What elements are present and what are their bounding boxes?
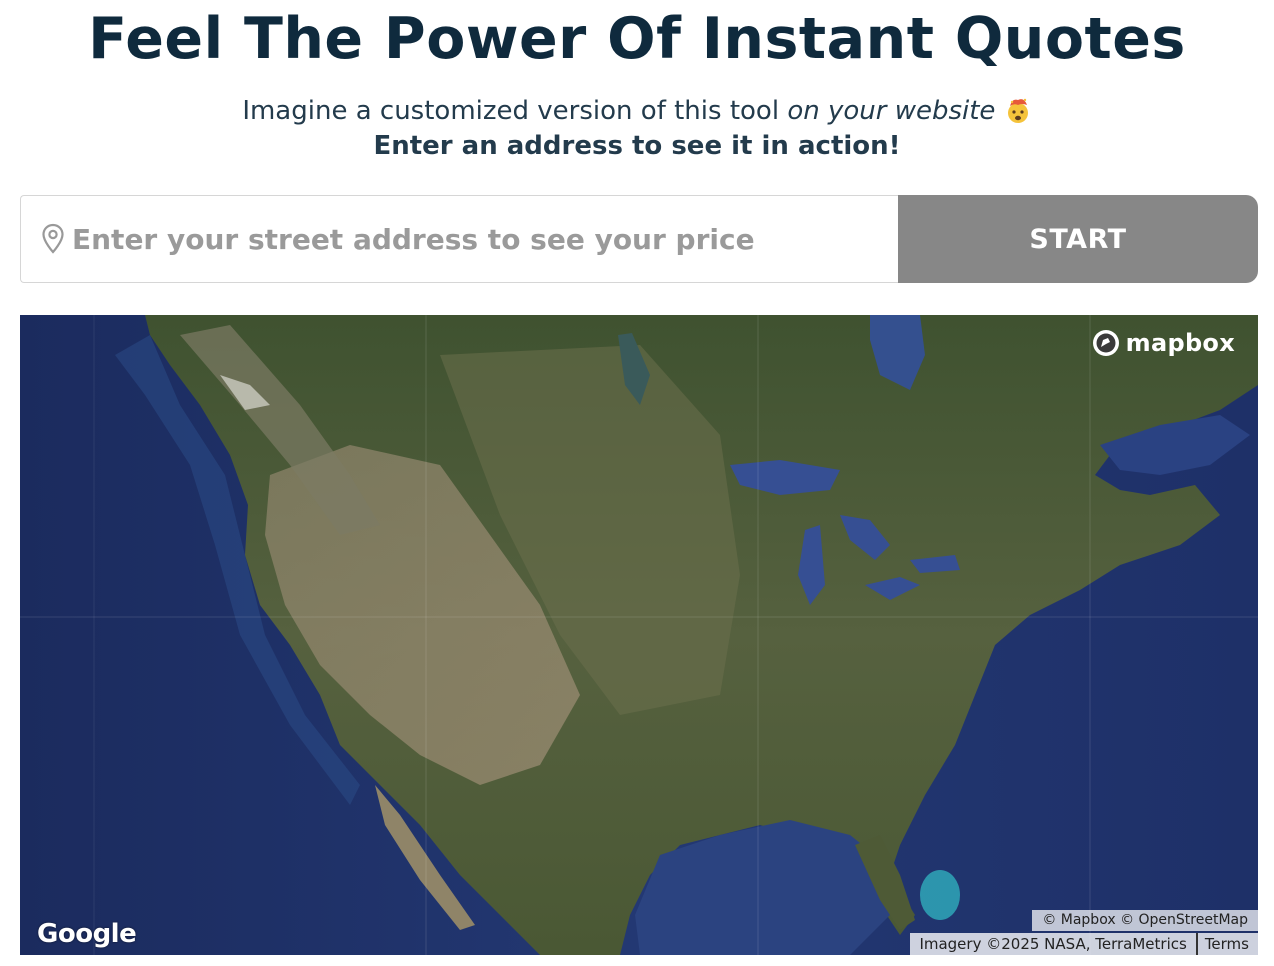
subtitle: Imagine a customized version of this too… (0, 94, 1274, 128)
call-to-action: Enter an address to see it in action! (373, 131, 901, 161)
address-search-bar: START (20, 195, 1258, 283)
exploding-head-emoji-icon (1007, 98, 1028, 123)
map-view[interactable]: mapbox Google © Mapbox © OpenStreetMap I… (20, 315, 1258, 955)
satellite-map-imagery (20, 315, 1258, 955)
subtitle-emphasis: on your website (787, 96, 996, 126)
address-field[interactable] (20, 195, 898, 283)
map-attribution[interactable]: © Mapbox © OpenStreetMap (1032, 910, 1258, 931)
imagery-attribution-bar: Imagery ©2025 NASA, TerraMetrics Terms (910, 933, 1258, 955)
address-input[interactable] (72, 222, 852, 256)
subtitle-text: Imagine a customized version of this too… (242, 96, 788, 126)
terms-link[interactable]: Terms (1198, 933, 1258, 955)
page-title: Feel The Power Of Instant Quotes (88, 6, 1186, 72)
google-logo: Google (37, 919, 137, 949)
location-pin-icon (42, 223, 64, 254)
mapbox-logo[interactable]: mapbox (1091, 328, 1235, 358)
start-button[interactable]: START (898, 195, 1258, 283)
mapbox-logo-icon (1092, 330, 1119, 356)
imagery-credit: Imagery ©2025 NASA, TerraMetrics (910, 933, 1198, 955)
mapbox-brand-text: mapbox (1125, 329, 1235, 357)
